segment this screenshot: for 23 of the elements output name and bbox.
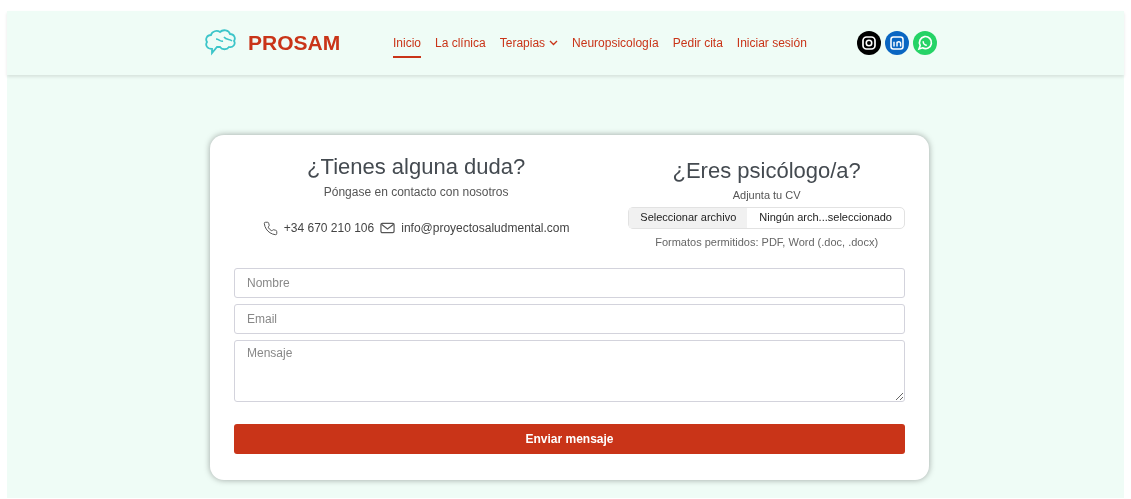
nav-link[interactable]: Pedir cita [672, 28, 723, 58]
hint-text: Formatos permitidos: PDF, Word (.doc, .docx) [655, 234, 879, 250]
instagram-icon[interactable] [857, 31, 881, 55]
file-input[interactable]: Seleccionar archivo Ningún arch...seleccionado [628, 206, 905, 229]
heading: ¿Tienes alguna duda? [307, 153, 526, 181]
heading: ¿Eres psicólogo/a? [672, 157, 861, 185]
nav-link[interactable]: Terapias [499, 28, 559, 58]
mail-icon [380, 222, 396, 234]
input-field[interactable]: Nombre [234, 268, 905, 298]
phone-icon [262, 220, 278, 236]
brand-name[interactable]: PROSAM [248, 27, 341, 59]
input-field[interactable]: Email [234, 304, 905, 334]
send-button[interactable]: Enviar mensaje [234, 424, 905, 454]
phone-number: +34 670 210 106 [283, 220, 375, 237]
subtitle: Póngase en contacto con nosotros [323, 184, 509, 201]
nav-link[interactable]: Iniciar sesión [736, 28, 807, 58]
message-field[interactable]: Mensaje [234, 340, 905, 402]
nav-link[interactable]: Inicio [393, 28, 421, 58]
linkedin-icon[interactable] [885, 31, 909, 55]
nav-link[interactable]: Neuropsicología [572, 28, 659, 58]
nav-link[interactable]: La clínica [435, 28, 486, 58]
subtitle: Adjunta tu CV [732, 188, 801, 203]
email-address: info@proyectosaludmental.com [401, 220, 570, 237]
